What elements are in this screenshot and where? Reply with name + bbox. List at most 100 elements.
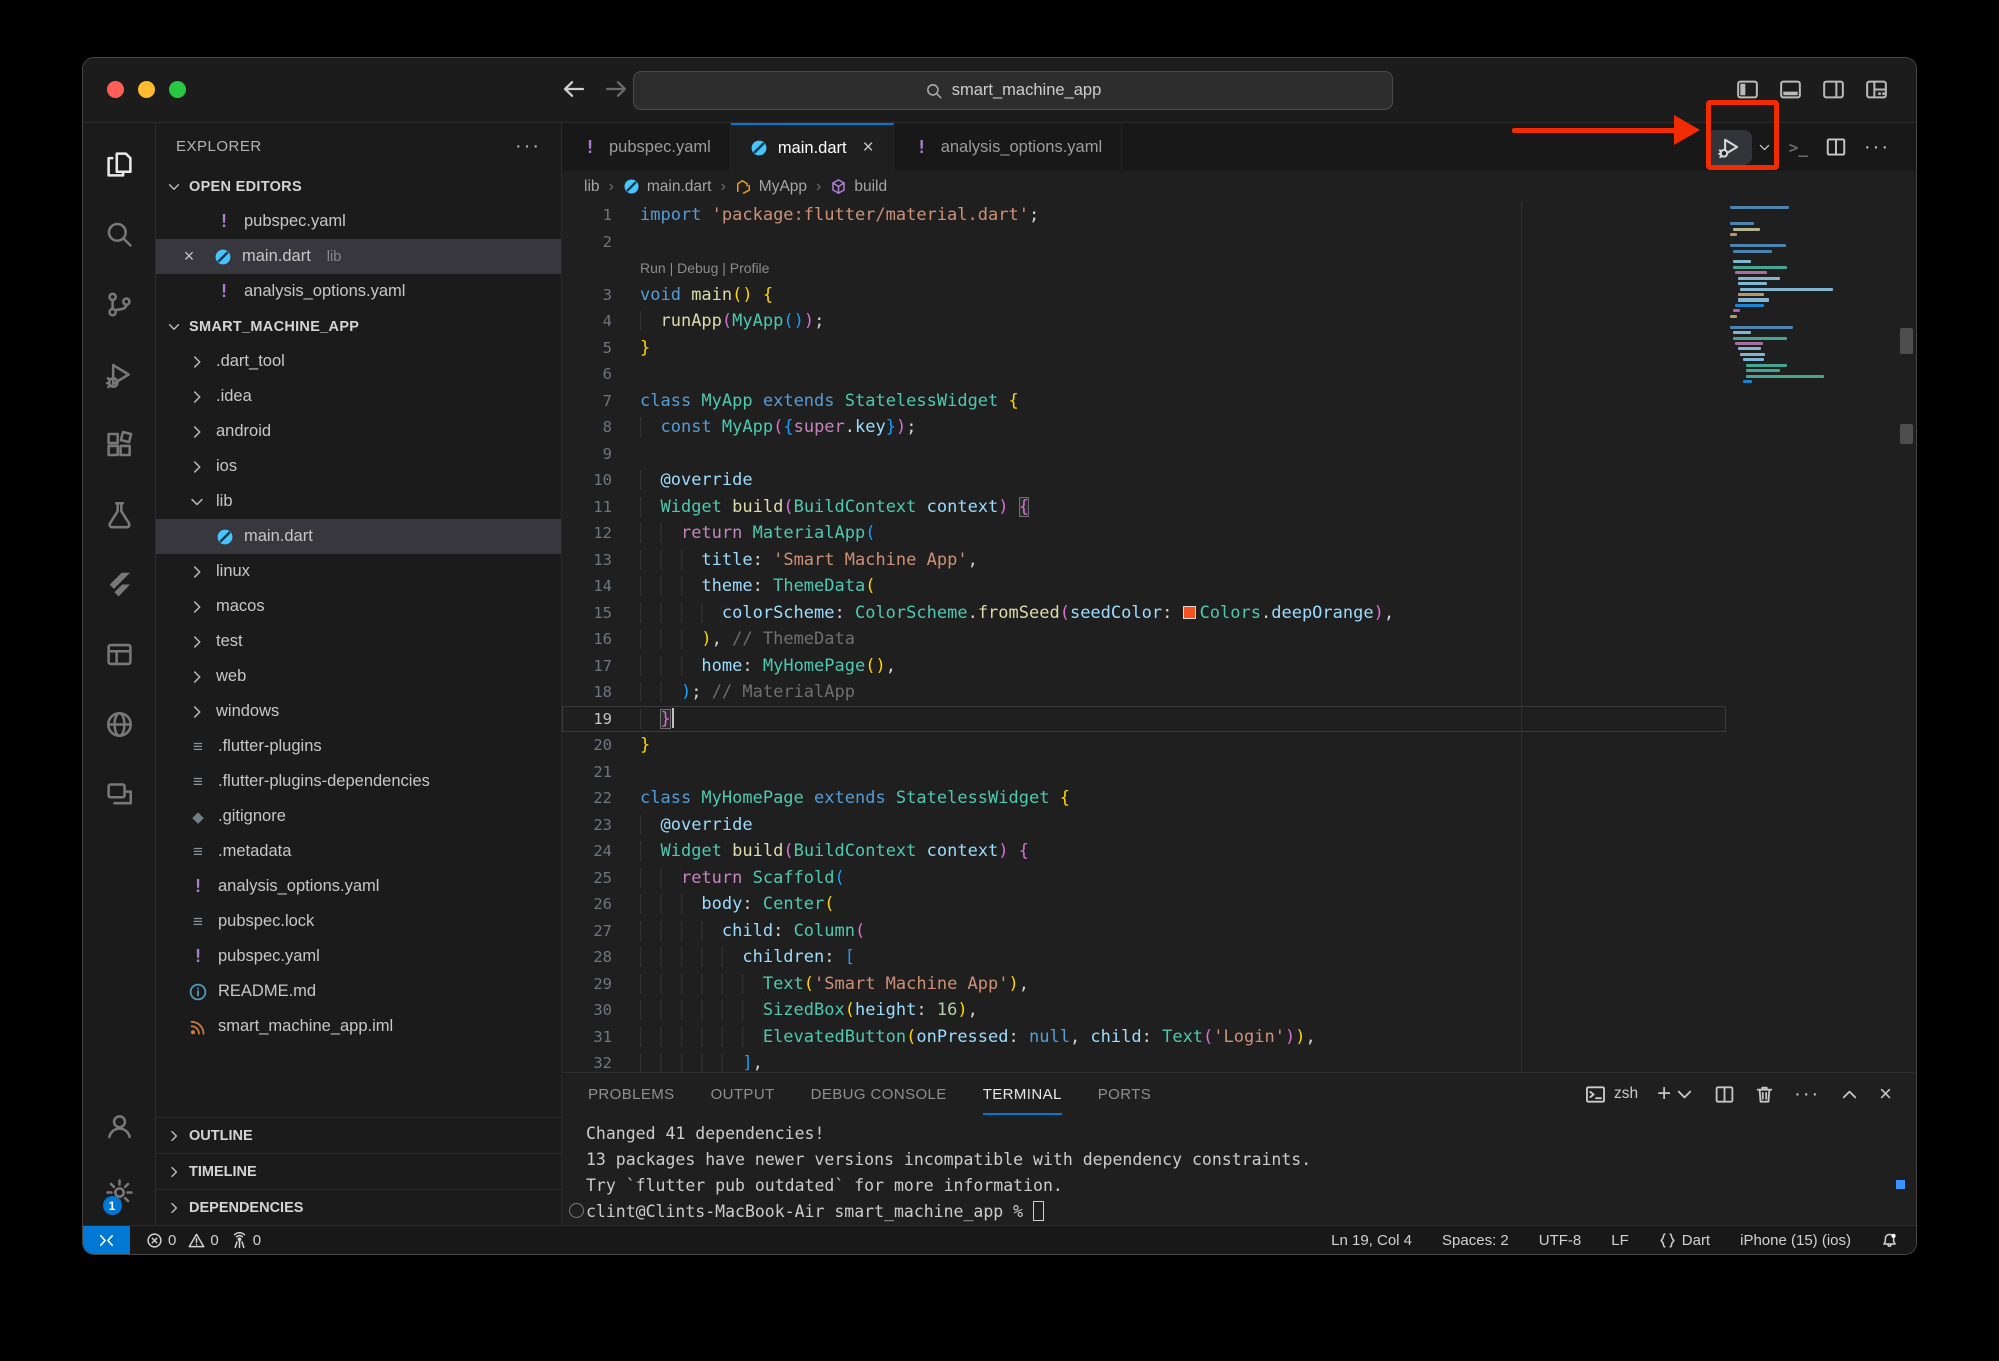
tree-file-.gitignore[interactable]: ◆.gitignore	[156, 799, 561, 834]
activity-item-widget-board[interactable]	[105, 619, 134, 689]
tree-folder-ios[interactable]: ios	[156, 449, 561, 484]
tree-file-.metadata[interactable]: ≡.metadata	[156, 834, 561, 869]
open-editor-item[interactable]: !analysis_options.yaml	[156, 274, 561, 309]
customize-layout-icon[interactable]	[1865, 78, 1888, 101]
code-line[interactable]: 11 Widget build(BuildContext context) {	[562, 494, 1916, 521]
code-line[interactable]: 8 const MyApp({super.key});	[562, 414, 1916, 441]
code-line[interactable]: 5}	[562, 335, 1916, 362]
code-line[interactable]: 14 theme: ThemeData(	[562, 573, 1916, 600]
activity-item-testing[interactable]	[105, 479, 134, 549]
tree-file-.flutter-plugins[interactable]: ≡.flutter-plugins	[156, 729, 561, 764]
code-line[interactable]: 2	[562, 229, 1916, 256]
sidebar-section-dependencies[interactable]: DEPENDENCIES	[156, 1189, 561, 1225]
code-line[interactable]: 27 child: Column(	[562, 918, 1916, 945]
code-line[interactable]: 17 home: MyHomePage(),	[562, 653, 1916, 680]
minimize-window-button[interactable]	[138, 81, 155, 98]
activity-item-account[interactable]	[105, 1093, 134, 1159]
code-line[interactable]: 13 title: 'Smart Machine App',	[562, 547, 1916, 574]
tree-file-pubspec.yaml[interactable]: !pubspec.yaml	[156, 939, 561, 974]
breadcrumb-item-main.dart[interactable]: main.dart	[623, 178, 712, 196]
tab-analysis_options.yaml[interactable]: !analysis_options.yaml	[894, 123, 1122, 171]
code-line[interactable]: Run | Debug | Profile	[562, 255, 1916, 282]
code-line[interactable]: 32 ],	[562, 1050, 1916, 1072]
open-editor-item[interactable]: !pubspec.yaml	[156, 204, 561, 239]
code-line[interactable]: 23 @override	[562, 812, 1916, 839]
sidebar-section-outline[interactable]: OUTLINE	[156, 1117, 561, 1153]
tree-folder-test[interactable]: test	[156, 624, 561, 659]
remote-indicator-button[interactable]	[83, 1226, 130, 1254]
tree-folder-.dart_tool[interactable]: .dart_tool	[156, 344, 561, 379]
status-warning[interactable]: 0	[188, 1232, 218, 1249]
navigate-forward-icon[interactable]	[603, 76, 629, 102]
tree-file-smart_machine_app.iml[interactable]: smart_machine_app.iml	[156, 1009, 561, 1044]
tree-folder-web[interactable]: web	[156, 659, 561, 694]
scrollbar-mark[interactable]	[1900, 424, 1913, 444]
breadcrumb-item-lib[interactable]: lib	[584, 178, 600, 196]
code-line[interactable]: 16 ), // ThemeData	[562, 626, 1916, 653]
toggle-secondary-sidebar-icon[interactable]	[1822, 78, 1845, 101]
command-decoration-icon[interactable]	[569, 1203, 584, 1218]
activity-item-explorer[interactable]	[105, 129, 134, 199]
activity-item-source-control[interactable]	[105, 269, 134, 339]
tree-file-.flutter-plugins-dependencies[interactable]: ≡.flutter-plugins-dependencies	[156, 764, 561, 799]
sidebar-section-timeline[interactable]: TIMELINE	[156, 1153, 561, 1189]
scrollbar-mark[interactable]	[1900, 328, 1913, 354]
code-line[interactable]: 25 return Scaffold(	[562, 865, 1916, 892]
tab-main.dart[interactable]: main.dart×	[731, 123, 894, 171]
code-line[interactable]: 29 Text('Smart Machine App'),	[562, 971, 1916, 998]
status-item-iphone-15-ios-[interactable]: iPhone (15) (ios)	[1740, 1232, 1851, 1249]
code-line[interactable]: 31 ElevatedButton(onPressed: null, child…	[562, 1024, 1916, 1051]
code-line[interactable]: 20}	[562, 732, 1916, 759]
close-panel-icon[interactable]: ×	[1879, 1081, 1892, 1107]
code-line[interactable]: 19 }	[562, 706, 1916, 733]
code-editor[interactable]: 1import 'package:flutter/material.dart';…	[562, 202, 1916, 1072]
panel-tab-ports[interactable]: PORTS	[1098, 1073, 1151, 1115]
toggle-panel-icon[interactable]	[1779, 78, 1802, 101]
code-line[interactable]: 15 colorScheme: ColorScheme.fromSeed(see…	[562, 600, 1916, 627]
code-line[interactable]: 4 runApp(MyApp());	[562, 308, 1916, 335]
status-item-bell[interactable]	[1881, 1232, 1898, 1249]
breadcrumb-item-build[interactable]: build	[830, 178, 887, 196]
editor-more-actions-icon[interactable]: ···	[1864, 136, 1890, 159]
toggle-primary-sidebar-icon[interactable]	[1736, 78, 1759, 101]
panel-tab-output[interactable]: OUTPUT	[711, 1073, 775, 1115]
open-terminal-icon[interactable]: >_	[1789, 138, 1808, 157]
status-error[interactable]: 0	[146, 1232, 176, 1249]
open-editors-section-header[interactable]: OPEN EDITORS	[156, 169, 561, 204]
breadcrumb-item-MyApp[interactable]: MyApp	[735, 178, 807, 196]
split-editor-icon[interactable]	[1825, 136, 1847, 158]
code-line[interactable]: 6	[562, 361, 1916, 388]
tree-folder-linux[interactable]: linux	[156, 554, 561, 589]
activity-item-live-preview[interactable]	[105, 689, 134, 759]
tree-file-README.md[interactable]: README.md	[156, 974, 561, 1009]
problems-status[interactable]: 000	[146, 1232, 261, 1249]
tree-folder-lib[interactable]: lib	[156, 484, 561, 519]
panel-tab-debug-console[interactable]: DEBUG CONSOLE	[811, 1073, 947, 1115]
code-line[interactable]: 28 children: [	[562, 944, 1916, 971]
tree-file-main.dart[interactable]: main.dart	[156, 519, 561, 554]
tree-folder-android[interactable]: android	[156, 414, 561, 449]
terminal-output[interactable]: Changed 41 dependencies!13 packages have…	[562, 1115, 1916, 1225]
tree-file-analysis_options.yaml[interactable]: !analysis_options.yaml	[156, 869, 561, 904]
code-line[interactable]: 9	[562, 441, 1916, 468]
explorer-more-actions-icon[interactable]: ···	[515, 135, 541, 158]
split-terminal-icon[interactable]	[1714, 1084, 1735, 1105]
status-item-lf[interactable]: LF	[1611, 1232, 1629, 1249]
code-line[interactable]: 22class MyHomePage extends StatelessWidg…	[562, 785, 1916, 812]
navigate-back-icon[interactable]	[561, 76, 587, 102]
code-line[interactable]: 26 body: Center(	[562, 891, 1916, 918]
code-line[interactable]: 1import 'package:flutter/material.dart';	[562, 202, 1916, 229]
maximize-panel-icon[interactable]	[1839, 1084, 1860, 1105]
activity-item-extensions[interactable]	[105, 409, 134, 479]
code-line[interactable]: 3void main() {	[562, 282, 1916, 309]
activity-item-run-debug[interactable]	[105, 339, 134, 409]
code-line[interactable]: 12 return MaterialApp(	[562, 520, 1916, 547]
maximize-window-button[interactable]	[169, 81, 186, 98]
close-window-button[interactable]	[107, 81, 124, 98]
status-broadcast[interactable]: 0	[231, 1232, 261, 1249]
code-line[interactable]: 7class MyApp extends StatelessWidget {	[562, 388, 1916, 415]
minimap[interactable]	[1730, 206, 1880, 385]
tab-pubspec.yaml[interactable]: !pubspec.yaml	[562, 123, 731, 171]
new-terminal-button[interactable]: +	[1657, 1080, 1695, 1108]
panel-tab-terminal[interactable]: TERMINAL	[983, 1073, 1062, 1115]
